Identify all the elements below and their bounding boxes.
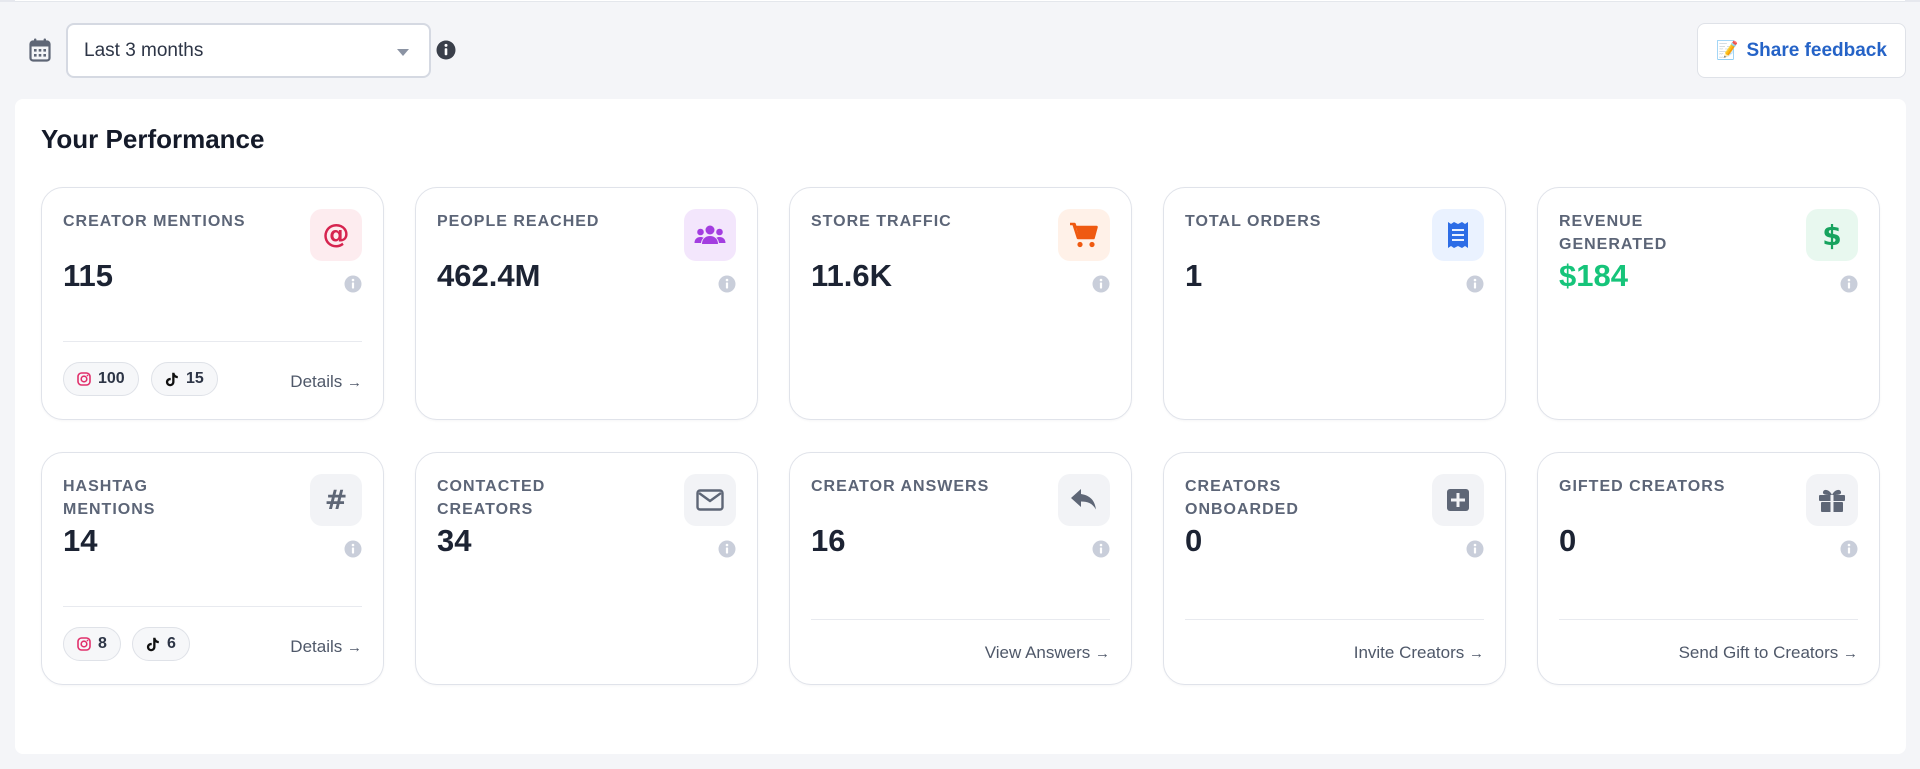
view-answers-link[interactable]: View Answers → [985,643,1110,663]
dollar-icon: $ [1806,209,1858,261]
details-link[interactable]: Details → [290,372,362,392]
send-gift-link[interactable]: Send Gift to Creators → [1679,643,1858,663]
card-value: 115 [63,258,114,293]
card-value: 34 [437,523,472,558]
info-icon[interactable] [1092,275,1110,293]
svg-text:$: $ [1822,220,1841,250]
instagram-icon [77,637,91,651]
card-value: 462.4M [437,258,541,293]
card-label: Gifted Creators [1559,478,1726,495]
card-store-traffic: Store Traffic 11.6K [789,187,1132,420]
info-icon[interactable] [1466,275,1484,293]
share-feedback-button[interactable]: 📝 Share feedback [1697,23,1906,78]
at-sign-icon: @ [310,209,362,261]
card-value: $184 [1559,258,1628,293]
details-link[interactable]: Details → [290,637,362,657]
hashtag-icon: # [310,474,362,526]
card-creators-onboarded: Creators Onboarded 0 Invite Creators → [1163,452,1506,685]
envelope-icon [684,474,736,526]
tiktok-icon [165,372,178,386]
date-range-select[interactable]: Last 3 months [66,23,431,78]
info-icon[interactable] [1840,275,1858,293]
card-label: People Reached [437,213,600,230]
info-icon[interactable] [436,40,456,60]
card-label: Hashtag Mentions [63,478,156,518]
card-value: 1 [1185,258,1203,293]
info-icon[interactable] [1092,540,1110,558]
shopping-cart-icon [1058,209,1110,261]
instagram-icon [77,372,91,386]
users-icon [684,209,736,261]
card-label: Store Traffic [811,213,952,230]
toolbar: Last 3 months 📝 Share feedback [0,0,1920,100]
gift-icon [1806,474,1858,526]
tiktok-count-pill: 6 [132,627,190,661]
info-icon[interactable] [344,275,362,293]
svg-text:@: @ [323,221,350,249]
card-value: 0 [1185,523,1203,558]
card-divider [1559,619,1858,620]
card-total-orders: Total Orders 1 [1163,187,1506,420]
card-hashtag-mentions: Hashtag Mentions 14 # 8 6 [41,452,384,685]
card-label: Total Orders [1185,213,1322,230]
instagram-count: 8 [98,635,107,652]
chevron-down-icon [397,49,409,56]
card-contacted-creators: Contacted Creators 34 [415,452,758,685]
receipt-icon [1432,209,1484,261]
card-label: Contacted Creators [437,478,546,518]
card-value: 14 [63,523,98,558]
info-icon[interactable] [1840,540,1858,558]
card-gifted-creators: Gifted Creators 0 Send Gift to Creators … [1537,452,1880,685]
reply-icon [1058,474,1110,526]
card-revenue-generated: Revenue Generated $184 $ [1537,187,1880,420]
arrow-right-icon: → [1469,645,1484,662]
info-icon[interactable] [718,275,736,293]
card-value: 0 [1559,523,1577,558]
card-creator-mentions: Creator Mentions 115 @ 100 15 [41,187,384,420]
card-label: Creator Answers [811,478,990,495]
date-range-value: Last 3 months [84,39,204,61]
arrow-right-icon: → [347,639,362,656]
tiktok-count: 15 [186,370,204,387]
share-feedback-label: Share feedback [1746,39,1887,61]
card-label: Creator Mentions [63,213,246,230]
card-value: 11.6K [811,258,893,293]
card-divider [63,341,362,342]
performance-panel: Your Performance Creator Mentions 115 @ … [15,99,1906,754]
tiktok-count-pill: 15 [151,362,218,396]
tiktok-count: 6 [167,635,176,652]
card-label: Creators Onboarded [1185,478,1299,518]
info-icon[interactable] [1466,540,1484,558]
memo-icon: 📝 [1716,40,1739,60]
arrow-right-icon: → [347,374,362,391]
arrow-right-icon: → [1843,645,1858,662]
svg-text:#: # [325,486,348,514]
card-label: Revenue Generated [1559,213,1668,253]
tiktok-icon [146,637,159,651]
instagram-count-pill: 100 [63,362,139,396]
info-icon[interactable] [344,540,362,558]
plus-square-icon [1432,474,1484,526]
card-divider [1185,619,1484,620]
card-people-reached: People Reached 462.4M [415,187,758,420]
calendar-icon [29,38,51,62]
card-divider [811,619,1110,620]
invite-creators-link[interactable]: Invite Creators → [1354,643,1484,663]
panel-title: Your Performance [41,124,265,154]
info-icon[interactable] [718,540,736,558]
card-value: 16 [811,523,846,558]
calendar-button[interactable] [22,32,58,68]
card-creator-answers: Creator Answers 16 View Answers → [789,452,1132,685]
arrow-right-icon: → [1095,645,1110,662]
instagram-count-pill: 8 [63,627,121,661]
card-divider [63,606,362,607]
instagram-count: 100 [98,370,125,387]
